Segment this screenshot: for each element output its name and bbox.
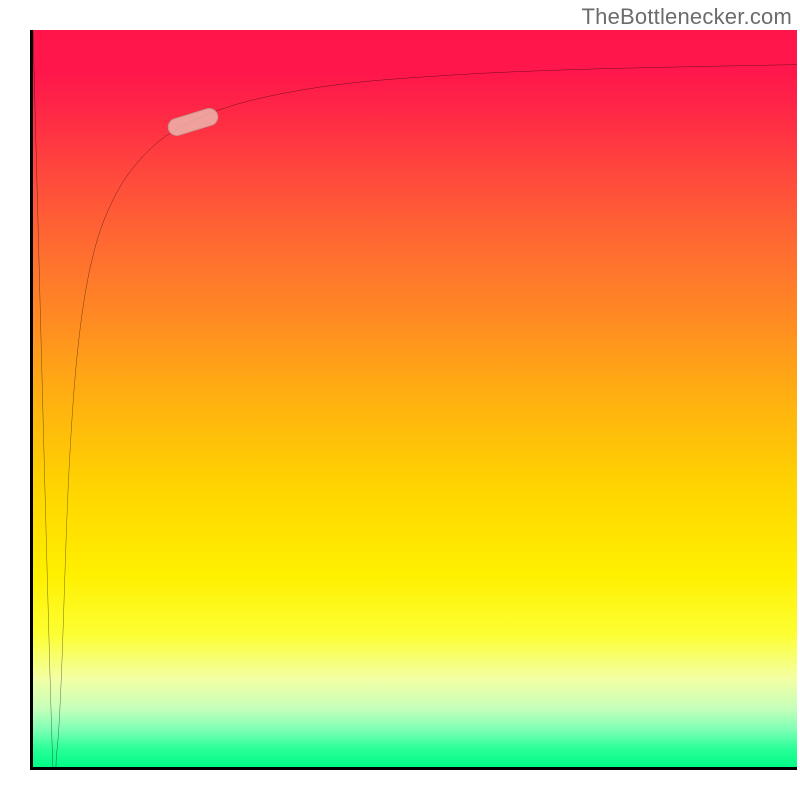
chart-frame [30, 30, 797, 770]
watermark-text: TheBottlenecker.com [582, 4, 792, 30]
chart-curve-svg [33, 30, 797, 767]
plot-area [33, 30, 797, 767]
curve-path [33, 30, 797, 767]
